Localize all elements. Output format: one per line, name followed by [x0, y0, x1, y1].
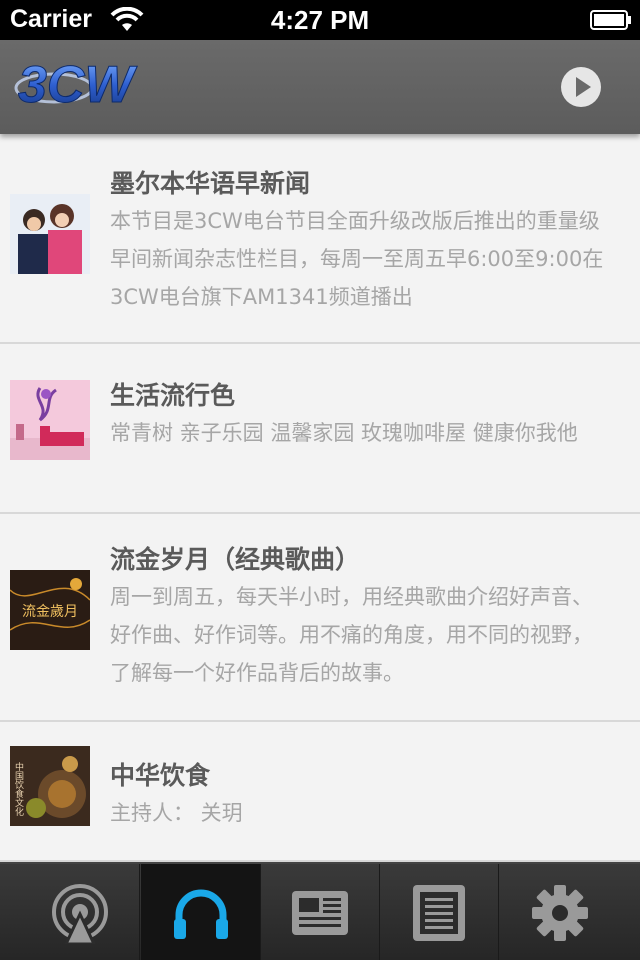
- app-screen: Carrier 4:27 PM 3CW 墨尔本华语早新闻 本节目是3CW电台节目…: [0, 0, 640, 960]
- list-item[interactable]: 中国饮食文化 中华饮食 主持人： 关玥: [0, 722, 640, 862]
- nav-bar: 3CW: [0, 40, 640, 134]
- thumbnail-caption: 流金歲月: [22, 604, 78, 620]
- program-description: 本节目是3CW电台节目全面升级改版后推出的重量级早间新闻杂志性栏目，每周一至周五…: [110, 209, 604, 309]
- program-thumbnail: 流金歲月: [10, 570, 90, 650]
- list-item[interactable]: 墨尔本华语早新闻 本节目是3CW电台节目全面升级改版后推出的重量级早间新闻杂志性…: [0, 134, 640, 344]
- newspaper-icon: [291, 891, 348, 935]
- status-time: 4:27 PM: [270, 5, 370, 35]
- play-button[interactable]: [560, 66, 602, 108]
- tab-articles[interactable]: [379, 864, 499, 960]
- program-title: 中华饮食: [110, 761, 211, 790]
- tab-bar: [0, 862, 640, 960]
- program-thumbnail: [10, 194, 90, 274]
- program-thumbnail: [10, 380, 90, 460]
- radio-broadcast-icon: [51, 884, 108, 944]
- station-logo: 3CW: [14, 54, 174, 116]
- tab-radio[interactable]: [20, 864, 140, 960]
- thumbnail-caption: 中国饮食文化: [13, 761, 24, 817]
- program-description: 主持人： 关玥: [110, 801, 243, 825]
- tab-news[interactable]: [260, 864, 380, 960]
- logo-text: 3CW: [18, 56, 137, 112]
- battery-icon: [590, 10, 632, 34]
- status-bar: Carrier 4:27 PM: [0, 0, 640, 40]
- program-title: 生活流行色: [110, 381, 236, 410]
- program-thumbnail: 中国饮食文化: [10, 746, 90, 826]
- list-item[interactable]: 生活流行色 常青树 亲子乐园 温馨家园 玫瑰咖啡屋 健康你我他: [0, 344, 640, 514]
- program-title: 墨尔本华语早新闻: [110, 169, 311, 198]
- program-list: 墨尔本华语早新闻 本节目是3CW电台节目全面升级改版后推出的重量级早间新闻杂志性…: [0, 134, 640, 862]
- document-icon: [412, 885, 465, 941]
- headphones-icon: [173, 889, 228, 939]
- gear-icon: [532, 885, 588, 941]
- program-description: 周一到周五，每天半小时，用经典歌曲介绍好声音、好作曲、好作词等。用不痛的角度，用…: [110, 585, 593, 685]
- program-title: 流金岁月（经典歌曲）: [110, 545, 361, 574]
- play-icon: [561, 67, 601, 107]
- program-description: 常青树 亲子乐园 温馨家园 玫瑰咖啡屋 健康你我他: [110, 421, 578, 445]
- tab-settings[interactable]: [500, 864, 620, 960]
- list-item[interactable]: 流金歲月 流金岁月（经典歌曲） 周一到周五，每天半小时，用经典歌曲介绍好声音、好…: [0, 514, 640, 722]
- tab-listen[interactable]: [141, 864, 261, 960]
